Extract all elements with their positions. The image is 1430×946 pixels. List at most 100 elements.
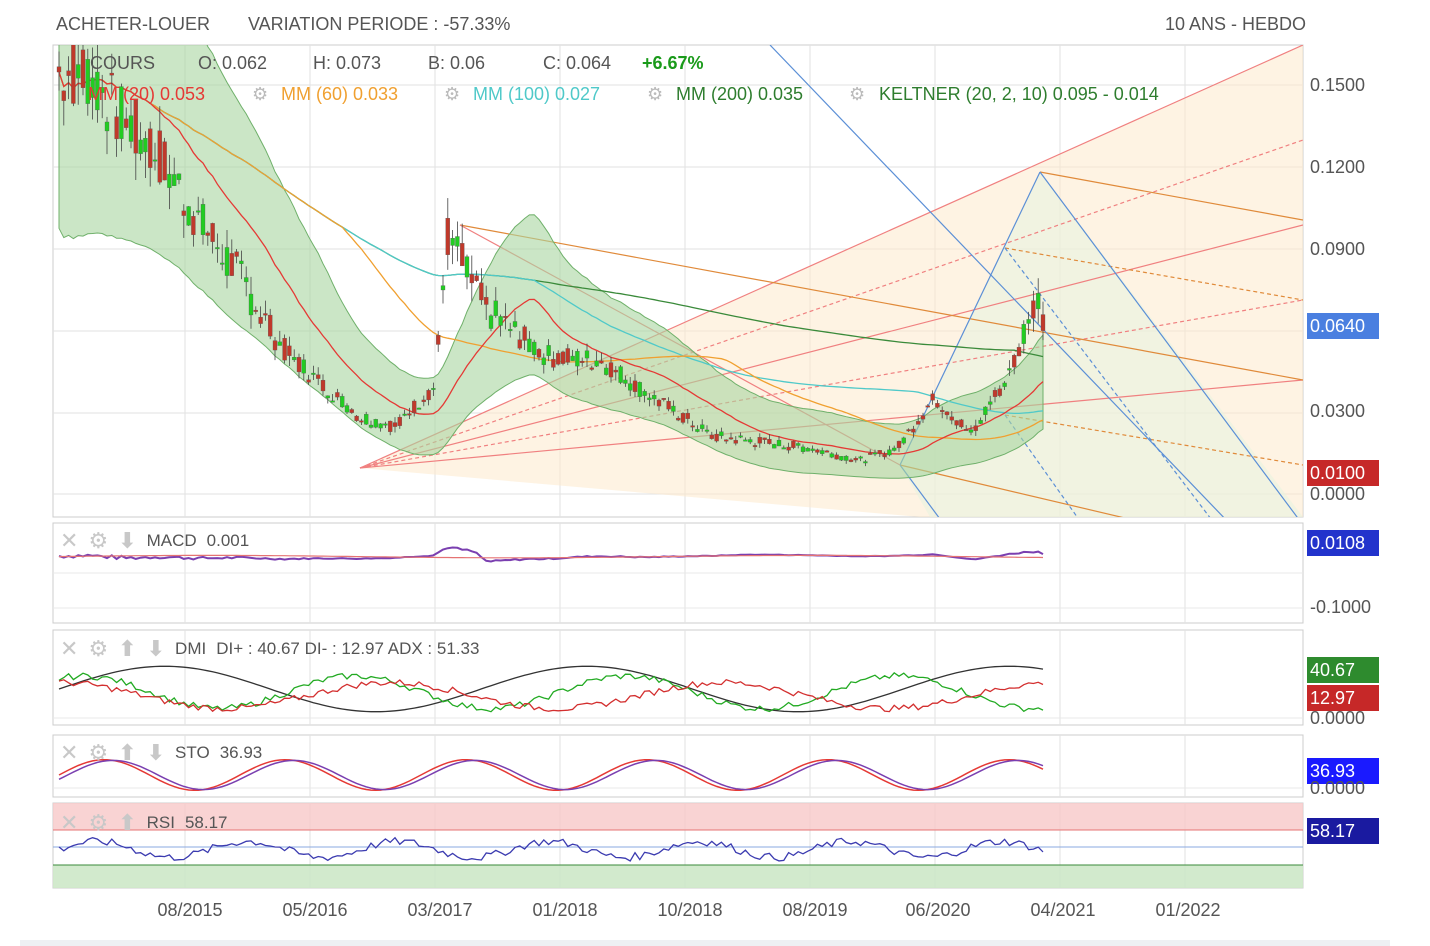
candle-body (810, 448, 815, 451)
candle-body (421, 399, 426, 402)
close-icon[interactable]: ✕ (60, 742, 78, 764)
macd-header: ✕ ⚙ ⬇ MACD 0.001 (60, 530, 249, 552)
candle-body (973, 425, 978, 431)
gear-icon[interactable]: ⚙ (252, 84, 268, 105)
candle-body (1021, 324, 1026, 344)
candle-body (594, 360, 599, 367)
di-plus-badge: 40.67 (1307, 657, 1379, 683)
candle-body (359, 420, 364, 423)
candle-body (671, 405, 676, 412)
candle-body (316, 374, 321, 379)
candle-body (954, 420, 959, 426)
candle-body (392, 422, 398, 427)
candle-body (560, 351, 566, 364)
candle-body (916, 421, 921, 425)
arrow-down-icon[interactable]: ⬇ (147, 638, 165, 660)
candle-body (258, 316, 263, 324)
open-value: O: 0.062 (198, 53, 268, 73)
price-chart[interactable] (0, 0, 1430, 946)
gear-icon[interactable]: ⚙ (88, 638, 108, 660)
candle-body (532, 341, 537, 355)
candle-body (551, 358, 556, 368)
macd-value: 0.001 (206, 531, 250, 550)
rsi-oversold-zone (53, 865, 1303, 888)
high-value: H: 0.073 (313, 53, 382, 73)
candle-body (1026, 319, 1031, 324)
low-level-badge: 0.0100 (1307, 460, 1379, 486)
candle-body (988, 401, 993, 405)
gear-icon[interactable]: ⚙ (88, 742, 108, 764)
candle-body (584, 350, 590, 359)
candle-body (220, 262, 225, 265)
candle-body (944, 411, 950, 416)
candle-body (484, 297, 489, 305)
candle-body (320, 379, 326, 392)
candle-body (820, 450, 825, 454)
candle-body (872, 452, 878, 455)
arrow-up-icon[interactable]: ⬆ (118, 812, 136, 834)
candle-body (344, 405, 350, 413)
mm100-label: MM (100) 0.027 (473, 84, 601, 104)
gear-icon[interactable]: ⚙ (88, 812, 108, 834)
arrow-up-icon[interactable]: ⬆ (118, 742, 136, 764)
candle-body (138, 139, 143, 154)
candle-body (1031, 300, 1036, 319)
candle-body (296, 357, 302, 373)
close-icon[interactable]: ✕ (60, 638, 78, 660)
macd-badge: 0.0108 (1307, 530, 1379, 556)
rsi-line (58, 836, 1044, 862)
candle-body (210, 223, 215, 242)
close-icon[interactable]: ✕ (60, 812, 78, 834)
candle-body (997, 388, 1002, 396)
candle-body (613, 369, 618, 373)
candle-body (527, 338, 532, 353)
candle-body (628, 383, 633, 391)
candle-body (383, 423, 388, 426)
candle-body (608, 362, 614, 378)
candle-body (522, 326, 527, 341)
arrow-down-icon[interactable]: ⬇ (147, 742, 165, 764)
candle-body (652, 395, 657, 400)
horizontal-scrollbar[interactable] (20, 940, 1390, 946)
candle-body (824, 450, 830, 453)
candle-body (292, 357, 297, 361)
candle-body (152, 159, 158, 162)
price-tick: 0.0000 (1310, 484, 1366, 504)
candle-body (460, 243, 465, 267)
candle-body (762, 437, 767, 440)
candle-body (719, 431, 724, 437)
candle-body (704, 429, 710, 432)
gear-icon[interactable]: ⚙ (849, 84, 865, 105)
candle-body (431, 388, 436, 390)
candle-body (565, 348, 570, 363)
close-icon[interactable]: ✕ (60, 530, 78, 552)
sto-value: 36.93 (219, 743, 263, 762)
candle-body (546, 345, 551, 356)
candle-body (162, 141, 167, 181)
candle-body (172, 174, 177, 186)
sto-line (58, 758, 1044, 792)
dmi-value: DI+ : 40.67 DI- : 12.97 ADX : 51.33 (216, 639, 480, 658)
candle-body (896, 440, 902, 449)
price-tick: 0.0900 (1310, 239, 1366, 259)
candle-body (724, 439, 729, 442)
gear-icon[interactable]: ⚙ (88, 530, 108, 552)
gear-icon[interactable]: ⚙ (647, 84, 663, 105)
rsi-name: RSI (146, 813, 175, 832)
gear-icon[interactable]: ⚙ (444, 84, 460, 105)
candle-body (474, 275, 479, 281)
candle-body (181, 210, 186, 216)
candle-body (748, 439, 753, 443)
macd-axis-low: -0.1000 (1310, 597, 1372, 617)
arrow-down-icon[interactable]: ⬇ (118, 530, 136, 552)
candle-body (349, 409, 354, 413)
candle-body (508, 329, 513, 332)
candle-body (887, 449, 892, 456)
candle-body (373, 419, 378, 428)
arrow-up-icon[interactable]: ⬆ (118, 638, 136, 660)
candle-body (268, 314, 273, 337)
dmi-name: DMI (175, 639, 207, 658)
candle-body (949, 416, 954, 421)
cours-label: COURS (90, 53, 156, 73)
sto-axis-low: 0.0000 (1310, 778, 1366, 798)
